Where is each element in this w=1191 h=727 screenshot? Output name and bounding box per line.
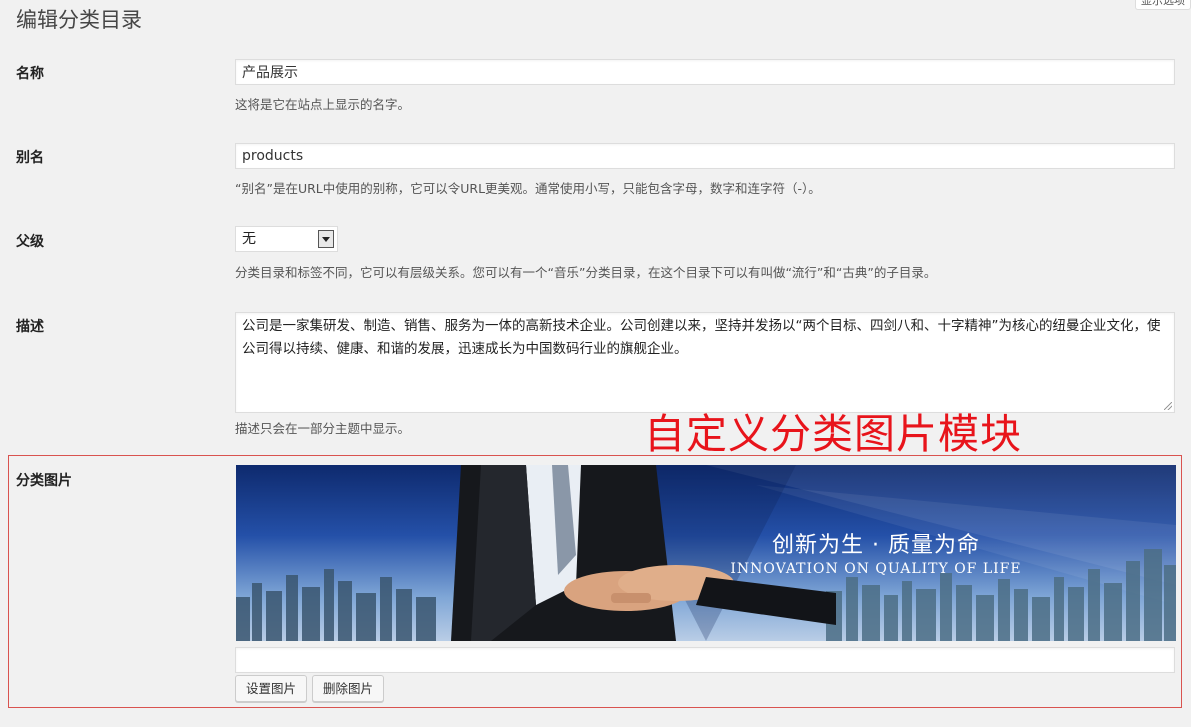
resize-grip-icon[interactable] [1164,402,1172,410]
set-image-button[interactable]: 设置图片 [235,675,308,702]
name-description: 这将是它在站点上显示的名字。 [235,97,411,112]
slug-label: 别名 [16,150,44,166]
description-text: 公司是一家集研发、制造、销售、服务为一体的高新技术企业。公司创建以来，坚持并发扬… [242,318,1161,357]
category-image-label: 分类图片 [16,473,72,489]
parent-label: 父级 [16,234,44,250]
parent-select-value: 无 [242,231,256,247]
slug-field[interactable] [235,143,1175,169]
annotation-label: 自定义分类图片模块 [644,410,1022,458]
parent-select[interactable]: 无 [235,226,338,252]
remove-image-button[interactable]: 删除图片 [312,675,385,702]
name-field[interactable] [235,59,1175,85]
description-label: 描述 [16,319,44,335]
chevron-down-icon[interactable] [318,230,334,248]
description-note: 描述只会在一部分主题中显示。 [235,421,411,436]
parent-description: 分类目录和标签不同，它可以有层级关系。您可以有一个“音乐”分类目录，在这个目录下… [235,265,937,280]
page-title: 编辑分类目录 [16,8,142,32]
banner-slogan-cn: 创新为生 · 质量为命 [772,533,980,558]
image-url-field[interactable] [235,647,1175,673]
slug-description: “别名”是在URL中使用的别称，它可以令URL更美观。通常使用小写，只能包含字母… [235,181,821,196]
description-textarea[interactable]: 公司是一家集研发、制造、销售、服务为一体的高新技术企业。公司创建以来，坚持并发扬… [235,312,1175,413]
category-banner-image: 创新为生 · 质量为命 INNOVATION ON QUALITY OF LIF… [236,465,1176,641]
banner-slogan-en: INNOVATION ON QUALITY OF LIFE [730,561,1022,577]
screen-options-button[interactable]: 显示选项 [1135,0,1191,10]
name-label: 名称 [16,66,44,82]
